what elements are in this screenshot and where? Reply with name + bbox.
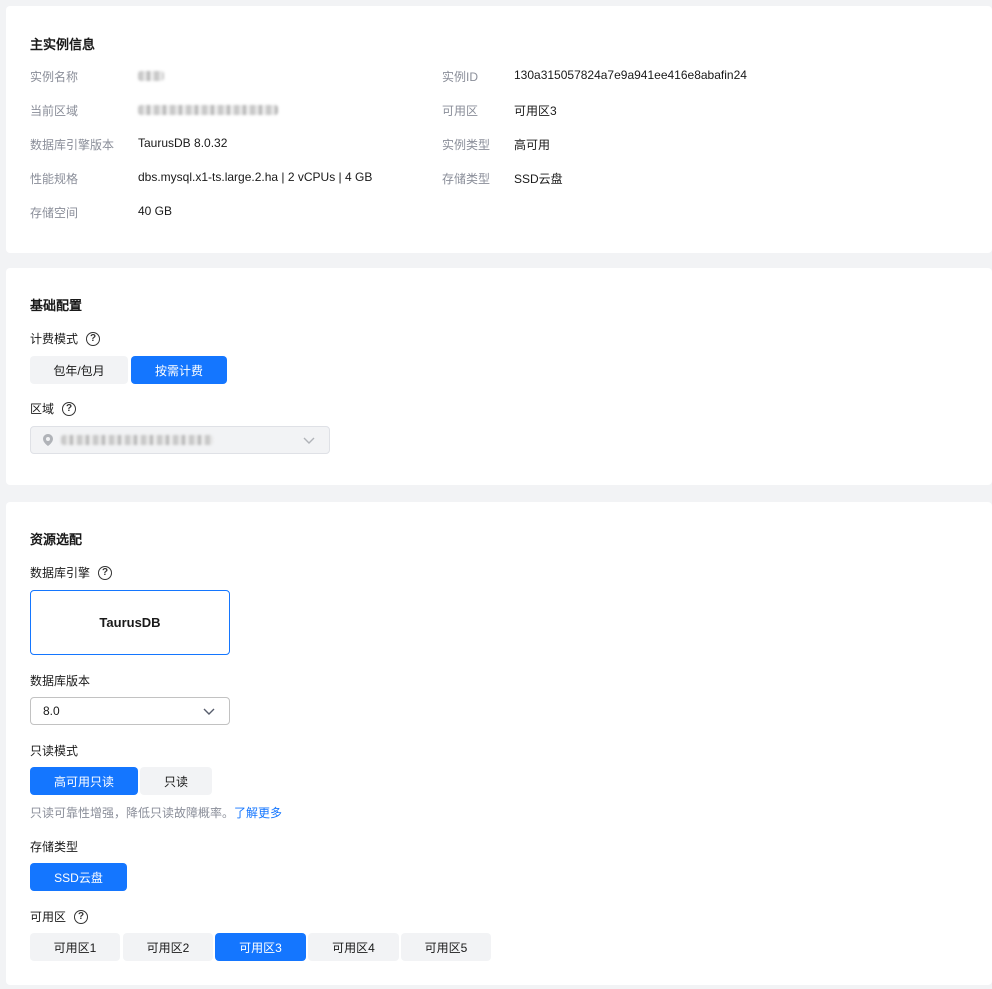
engine-version-label: 数据库引擎版本 bbox=[30, 138, 115, 152]
region-label: 区域 ? bbox=[30, 400, 77, 417]
location-pin-icon bbox=[43, 434, 53, 446]
help-circle-icon[interactable]: ? bbox=[98, 565, 113, 580]
storage-type-field-label: 存储类型 bbox=[30, 840, 79, 854]
az-label: 可用区 bbox=[442, 104, 479, 118]
primary-section-title: 主实例信息 bbox=[30, 37, 96, 52]
resource-section-title: 资源选配 bbox=[30, 532, 83, 547]
learn-more-link[interactable]: 了解更多 bbox=[234, 806, 282, 820]
instance-id-label: 实例ID bbox=[442, 70, 479, 84]
instance-type-value: 高可用 bbox=[514, 138, 551, 152]
version-select-value: 8.0 bbox=[43, 704, 60, 718]
az-option-5[interactable]: 可用区5 bbox=[401, 933, 491, 961]
readonly-hint: 只读可靠性增强，降低只读故障概率。了解更多 bbox=[30, 804, 282, 821]
region-select[interactable] bbox=[30, 426, 330, 454]
resource-config-card: 资源选配 数据库引擎 ? TaurusDB 数据库版本 8.0 只读模式 高可用… bbox=[6, 502, 992, 985]
billing-mode-label: 计费模式 ? bbox=[30, 330, 101, 347]
instance-name-redacted bbox=[138, 71, 164, 81]
billing-mode-label-text: 计费模式 bbox=[30, 332, 79, 346]
current-region-label: 当前区域 bbox=[30, 104, 79, 118]
storage-space-value: 40 GB bbox=[138, 204, 173, 218]
help-circle-icon[interactable]: ? bbox=[86, 331, 101, 346]
readonly-hint-text: 只读可靠性增强，降低只读故障概率。 bbox=[30, 806, 235, 820]
chevron-down-icon bbox=[303, 437, 315, 444]
az-option-2[interactable]: 可用区2 bbox=[123, 933, 213, 961]
engine-label: 数据库引擎 ? bbox=[30, 564, 113, 581]
storage-option-ssd[interactable]: SSD云盘 bbox=[30, 863, 127, 891]
current-region-redacted bbox=[138, 105, 278, 115]
az-option-1[interactable]: 可用区1 bbox=[30, 933, 120, 961]
readonly-option-ha[interactable]: 高可用只读 bbox=[30, 767, 138, 795]
instance-name-label: 实例名称 bbox=[30, 70, 79, 84]
az-field-label: 可用区 ? bbox=[30, 908, 89, 925]
billing-option-yearly-monthly[interactable]: 包年/包月 bbox=[30, 356, 128, 384]
instance-id-value: 130a315057824a7e9a941ee416e8abafin24 bbox=[514, 68, 747, 82]
storage-space-label: 存储空间 bbox=[30, 206, 79, 220]
az-option-3[interactable]: 可用区3 bbox=[215, 933, 306, 961]
region-label-text: 区域 bbox=[30, 402, 55, 416]
version-label: 数据库版本 bbox=[30, 674, 91, 688]
az-option-4[interactable]: 可用区4 bbox=[308, 933, 399, 961]
az-value: 可用区3 bbox=[514, 104, 557, 118]
primary-instance-card: 主实例信息 实例名称 当前区域 数据库引擎版本 TaurusDB 8.0.32 … bbox=[6, 6, 992, 253]
engine-version-value: TaurusDB 8.0.32 bbox=[138, 136, 228, 150]
version-select[interactable]: 8.0 bbox=[30, 697, 230, 725]
engine-label-text: 数据库引擎 bbox=[30, 566, 91, 580]
billing-option-pay-per-use[interactable]: 按需计费 bbox=[131, 356, 227, 384]
region-value-redacted bbox=[61, 435, 213, 445]
spec-label: 性能规格 bbox=[30, 172, 79, 186]
instance-type-label: 实例类型 bbox=[442, 138, 491, 152]
help-circle-icon[interactable]: ? bbox=[74, 909, 89, 924]
storage-type-label: 存储类型 bbox=[442, 172, 491, 186]
readonly-option-plain[interactable]: 只读 bbox=[140, 767, 212, 795]
engine-card-taurusdb[interactable]: TaurusDB bbox=[30, 590, 230, 655]
readonly-mode-label: 只读模式 bbox=[30, 744, 79, 758]
chevron-down-icon bbox=[203, 708, 215, 715]
spec-value: dbs.mysql.x1-ts.large.2.ha | 2 vCPUs | 4… bbox=[138, 170, 373, 184]
storage-type-value: SSD云盘 bbox=[514, 172, 563, 186]
basic-config-card: 基础配置 计费模式 ? 包年/包月 按需计费 区域 ? bbox=[6, 268, 992, 485]
az-field-label-text: 可用区 bbox=[30, 910, 67, 924]
basic-section-title: 基础配置 bbox=[30, 298, 83, 313]
help-circle-icon[interactable]: ? bbox=[62, 401, 77, 416]
